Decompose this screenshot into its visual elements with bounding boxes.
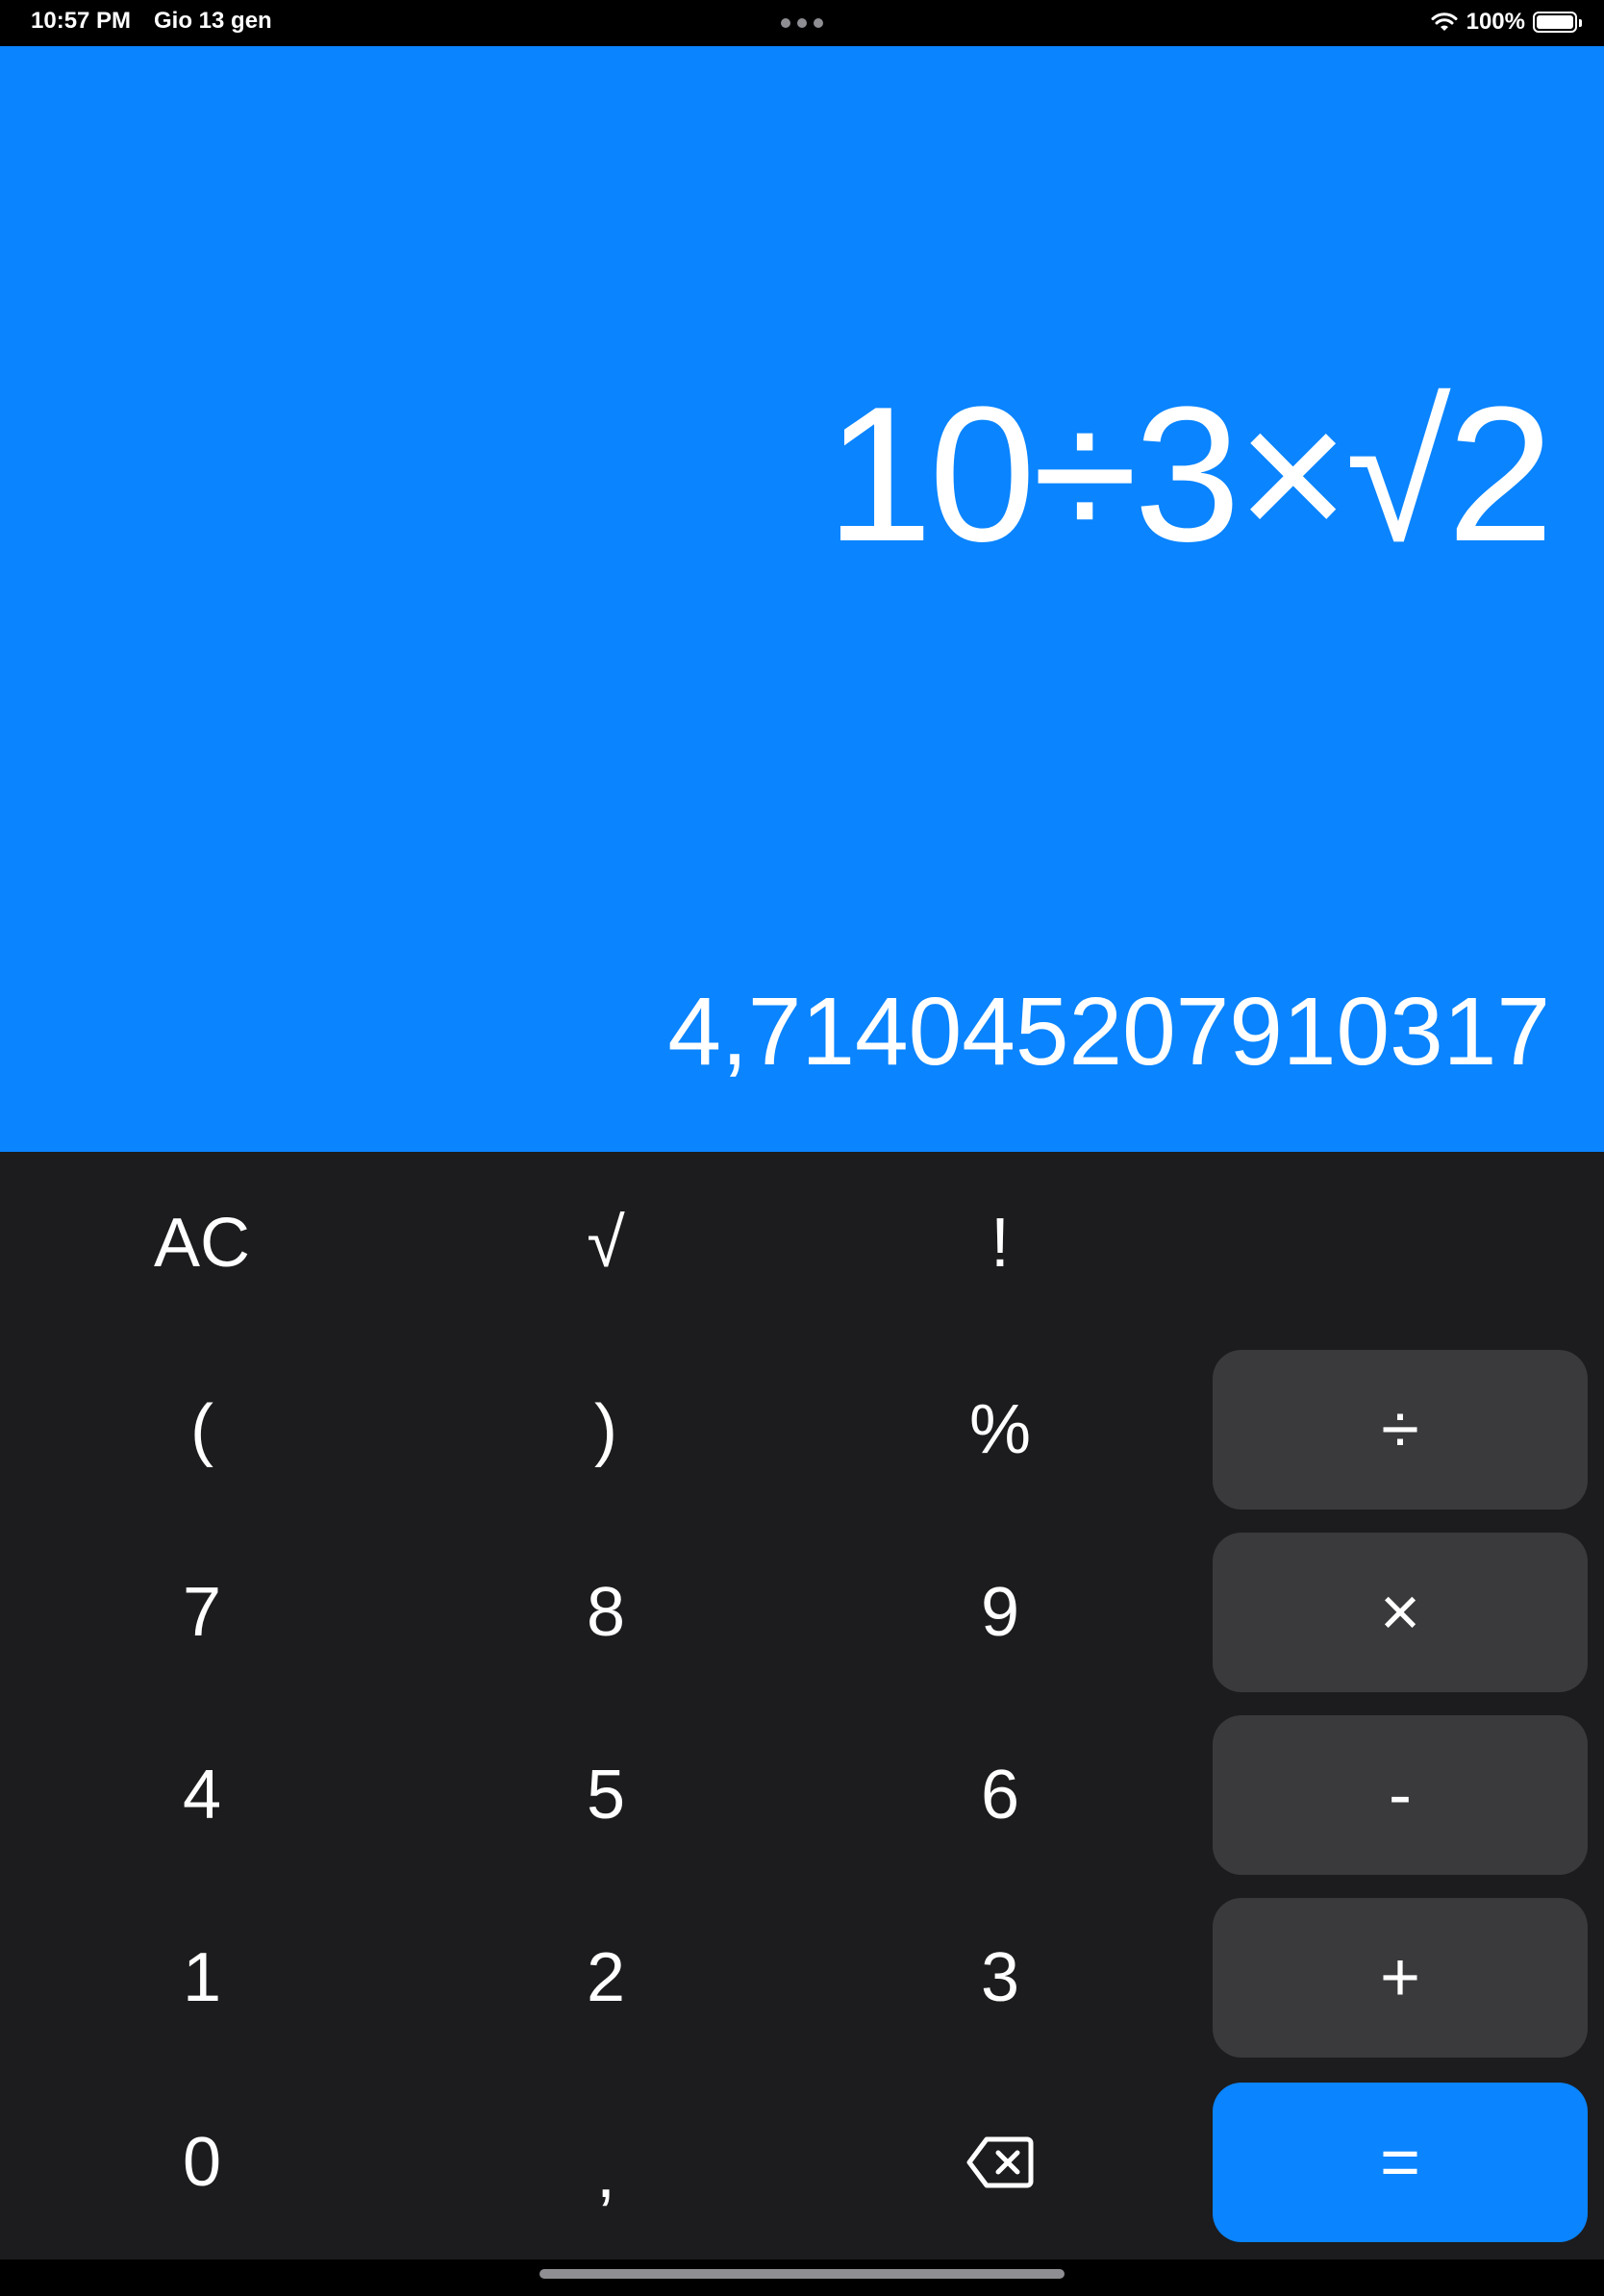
digit-1-button[interactable]: 1 <box>0 1898 404 2058</box>
digit-9-button[interactable]: 9 <box>802 1533 1198 1692</box>
calculator-display: 10÷3×√2 4,714045207910317 <box>0 46 1604 1152</box>
status-right-group: 100% <box>1430 8 1582 37</box>
wifi-icon <box>1431 12 1458 31</box>
home-indicator[interactable] <box>539 2269 1065 2279</box>
digit-2-button[interactable]: 2 <box>404 1898 808 2058</box>
expression-display: 10÷3×√2 <box>825 367 1554 582</box>
close-parenthesis-button[interactable]: ) <box>404 1350 808 1510</box>
plus-button[interactable]: + <box>1213 1898 1588 2058</box>
factorial-button[interactable]: ! <box>802 1190 1198 1296</box>
battery-percentage: 100% <box>1466 9 1525 35</box>
divide-button[interactable]: ÷ <box>1213 1350 1588 1510</box>
digit-0-button[interactable]: 0 <box>0 2083 404 2242</box>
square-root-button[interactable]: √ <box>404 1190 808 1296</box>
digit-8-button[interactable]: 8 <box>404 1533 808 1692</box>
percent-button[interactable]: % <box>802 1350 1198 1510</box>
equals-button[interactable]: = <box>1213 2083 1588 2242</box>
status-bar: 10:57 PM Gio 13 gen 100% <box>0 0 1604 46</box>
battery-icon <box>1533 12 1582 33</box>
status-time: 10:57 PM <box>31 8 132 34</box>
multiply-button[interactable]: × <box>1213 1533 1588 1692</box>
digit-6-button[interactable]: 6 <box>802 1715 1198 1875</box>
digit-3-button[interactable]: 3 <box>802 1898 1198 2058</box>
keypad: AC √ ! ( ) % ÷ 7 8 9 × 4 5 6 - 1 2 3 + 0… <box>0 1152 1604 2259</box>
digit-5-button[interactable]: 5 <box>404 1715 808 1875</box>
backspace-icon <box>966 2136 1034 2188</box>
digit-4-button[interactable]: 4 <box>0 1715 404 1875</box>
minus-button[interactable]: - <box>1213 1715 1588 1875</box>
backspace-button[interactable] <box>802 2083 1198 2242</box>
decimal-comma-button[interactable]: , <box>404 2083 808 2242</box>
status-date: Gio 13 gen <box>154 8 272 34</box>
calculator-screen: 10:57 PM Gio 13 gen 100% 10÷3×√2 4,71404… <box>0 0 1604 2296</box>
all-clear-button[interactable]: AC <box>0 1190 404 1296</box>
result-display: 4,714045207910317 <box>667 978 1550 1086</box>
open-parenthesis-button[interactable]: ( <box>0 1350 404 1510</box>
more-dots-icon[interactable] <box>781 18 823 28</box>
digit-7-button[interactable]: 7 <box>0 1533 404 1692</box>
